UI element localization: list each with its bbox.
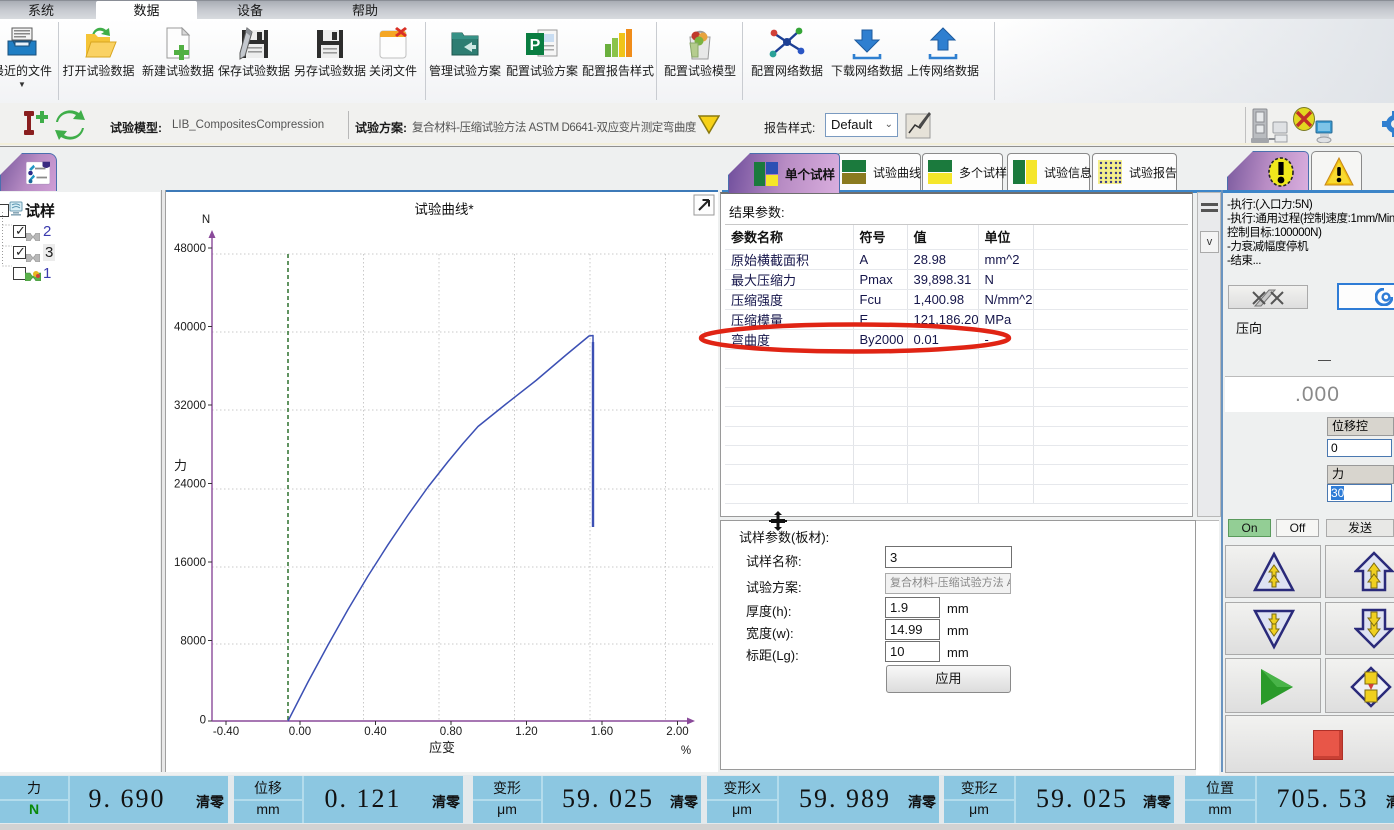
svg-text:0.80: 0.80 <box>440 726 462 738</box>
svg-text:32000: 32000 <box>174 400 206 412</box>
svg-text:1.60: 1.60 <box>591 726 613 738</box>
svg-text:2.00: 2.00 <box>666 726 688 738</box>
svg-text:应变: 应变 <box>429 740 455 755</box>
svg-text:48000: 48000 <box>174 243 206 255</box>
svg-text:N: N <box>202 214 210 226</box>
svg-text:8000: 8000 <box>180 636 206 648</box>
svg-text:16000: 16000 <box>174 557 206 569</box>
svg-text:0.40: 0.40 <box>364 726 386 738</box>
svg-text:40000: 40000 <box>174 322 206 334</box>
svg-text:1.20: 1.20 <box>515 726 537 738</box>
svg-text:0.00: 0.00 <box>289 726 311 738</box>
svg-text:0: 0 <box>200 715 206 727</box>
svg-text:24000: 24000 <box>174 479 206 491</box>
svg-text:试验曲线*: 试验曲线* <box>414 202 474 217</box>
svg-text:P: P <box>530 37 541 54</box>
svg-text:力: 力 <box>174 458 187 473</box>
svg-text:-0.40: -0.40 <box>213 726 239 738</box>
svg-text:%: % <box>681 745 691 757</box>
